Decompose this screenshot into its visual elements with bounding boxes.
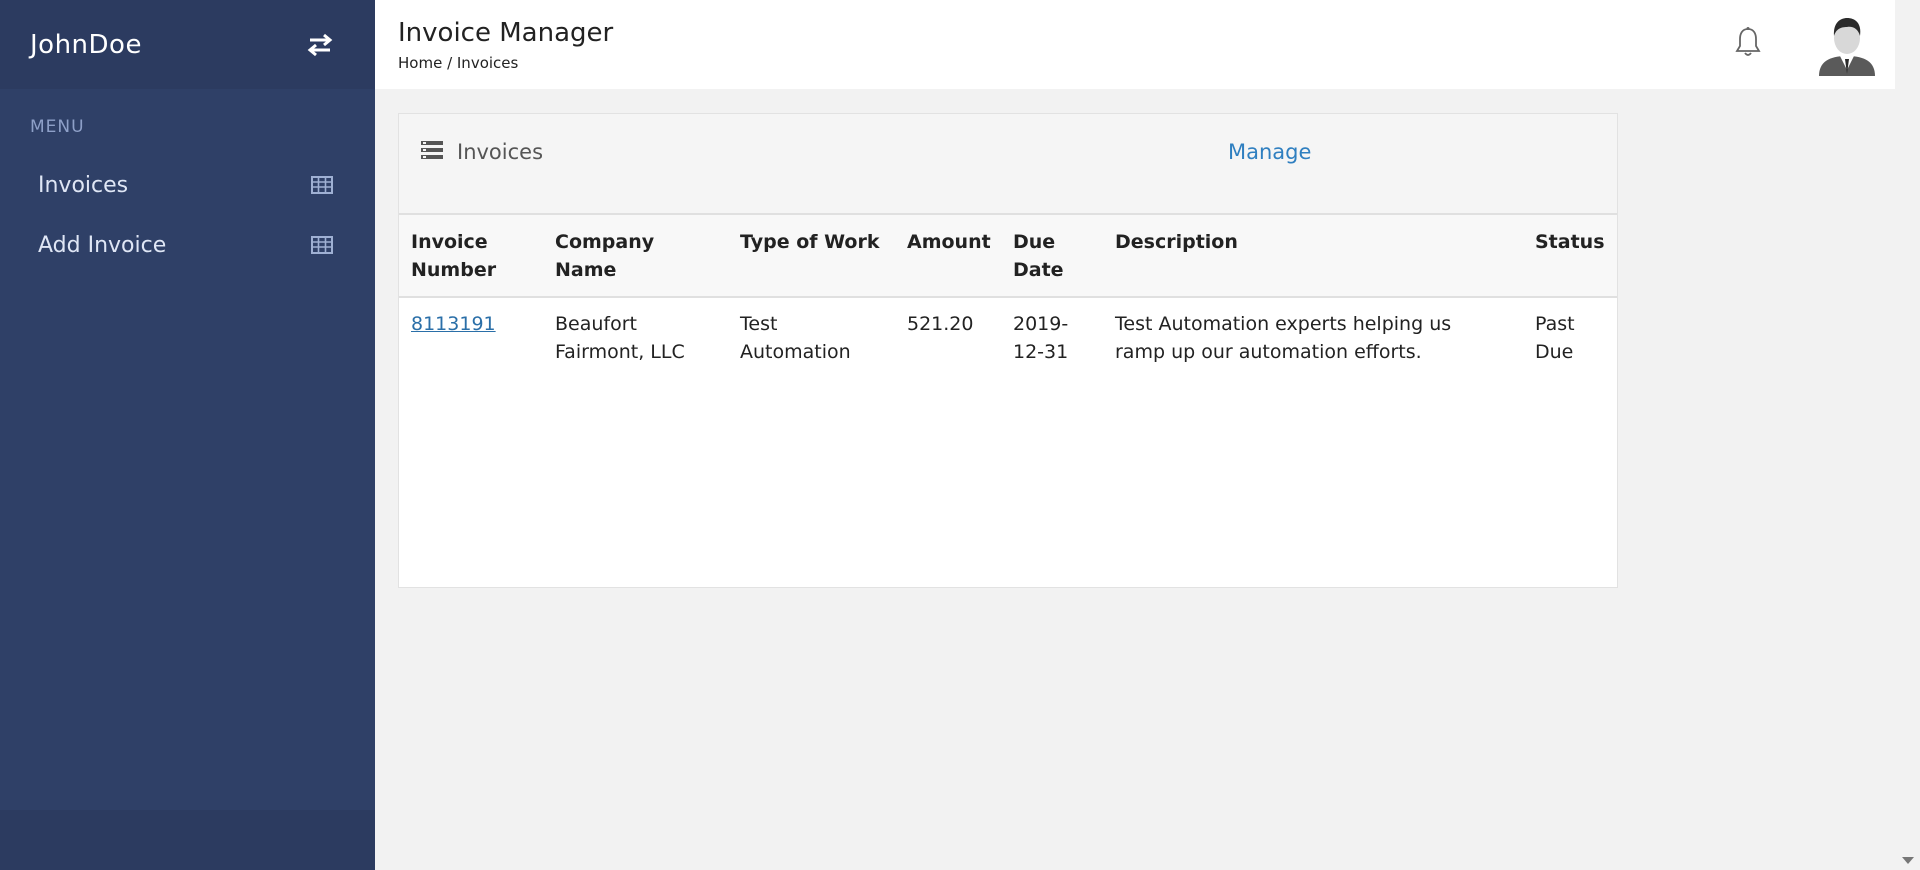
- sidebar: JohnDoe MENU Invoices Add Invoice: [0, 0, 375, 870]
- invoices-table: Invoice Number Company Name Type of Work A…: [399, 215, 1617, 378]
- manage-link[interactable]: Manage: [1228, 140, 1311, 164]
- sidebar-header: JohnDoe: [0, 0, 375, 89]
- scroll-down-arrow-icon[interactable]: [1902, 857, 1914, 864]
- cell-amount: 521.20: [907, 313, 974, 335]
- scrollbar[interactable]: [1895, 0, 1920, 870]
- cell-invoice-number: 8113191: [399, 297, 543, 378]
- swap-arrows-icon[interactable]: [305, 30, 335, 60]
- brand-name: JohnDoe: [30, 29, 142, 60]
- column-header-company-name[interactable]: Company Name: [543, 215, 728, 298]
- table-row: 8113191 Beaufort Fairmont, LLC Test Automa…: [399, 297, 1617, 378]
- bell-icon[interactable]: [1733, 26, 1763, 58]
- page-title: Invoice Manager: [398, 18, 614, 48]
- sidebar-item-label: Add Invoice: [38, 232, 167, 258]
- avatar[interactable]: [1815, 12, 1879, 76]
- invoices-panel: Invoices Manage Invoice Number Company Nam…: [398, 113, 1618, 588]
- breadcrumb: Home / Invoices: [398, 54, 519, 72]
- top-bar: Invoice Manager Home / Invoices: [375, 0, 1895, 89]
- sidebar-item-invoices[interactable]: Invoices: [0, 155, 375, 215]
- column-header-due-date[interactable]: Due Date: [1001, 215, 1103, 298]
- column-header-description[interactable]: Description: [1103, 215, 1523, 298]
- column-header-status[interactable]: Status: [1523, 215, 1617, 298]
- cell-due-date: 2019- 12-31: [1013, 313, 1069, 363]
- list-icon: [421, 140, 443, 160]
- sidebar-footer: [0, 810, 375, 870]
- column-header-amount[interactable]: Amount: [895, 215, 1001, 298]
- column-header-invoice-number[interactable]: Invoice Number: [399, 215, 543, 298]
- panel-heading: Invoices Manage: [399, 114, 1617, 215]
- cell-type-of-work: Test Automation: [740, 313, 851, 363]
- column-header-type-of-work[interactable]: Type of Work: [728, 215, 895, 298]
- table-icon: [311, 234, 335, 256]
- cell-status: Past Due: [1535, 313, 1575, 363]
- panel-title: Invoices: [457, 140, 544, 164]
- menu-caption: MENU: [30, 117, 85, 137]
- cell-description: Test Automation experts helping us ramp u…: [1115, 313, 1452, 363]
- table-icon: [311, 174, 335, 196]
- invoice-number-link[interactable]: 8113191: [411, 313, 496, 335]
- cell-company-name: Beaufort Fairmont, LLC: [555, 313, 685, 363]
- sidebar-item-label: Invoices: [38, 172, 129, 198]
- sidebar-item-add-invoice[interactable]: Add Invoice: [0, 215, 375, 275]
- table-header-row: Invoice Number Company Name Type of Work A…: [399, 215, 1617, 298]
